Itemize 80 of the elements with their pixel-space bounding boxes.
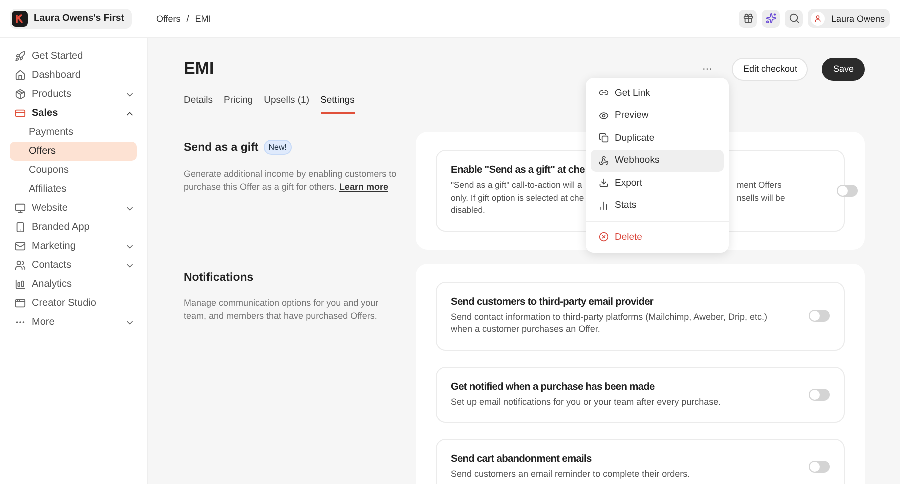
- webhook-icon: [599, 156, 609, 166]
- download-icon: [599, 178, 609, 188]
- copy-icon: [599, 133, 609, 144]
- sparkles-icon[interactable]: [762, 10, 780, 28]
- sidebar-item[interactable]: Contacts: [10, 256, 137, 275]
- toggle-switch[interactable]: [837, 184, 858, 197]
- learn-more-link[interactable]: Learn more: [339, 182, 388, 192]
- sidebar-item[interactable]: Dashboard: [10, 66, 137, 85]
- menu-item[interactable]: Preview: [591, 104, 724, 127]
- link-icon: [599, 88, 609, 98]
- edit-button[interactable]: Edit checkout: [732, 58, 808, 80]
- tab[interactable]: Upsells (1): [264, 91, 310, 114]
- page-title: EMI: [184, 59, 214, 79]
- phone-icon: [15, 222, 26, 233]
- sidebar-item[interactable]: Products: [10, 85, 137, 104]
- sidebar-item[interactable]: Branded App: [10, 218, 137, 237]
- menu-item[interactable]: Stats: [591, 194, 724, 217]
- gift-icon[interactable]: [739, 10, 758, 28]
- breadcrumb-separator: /: [186, 14, 190, 24]
- sidebar-item[interactable]: Creator Studio: [10, 294, 137, 313]
- breadcrumb-link[interactable]: EMI: [195, 14, 212, 24]
- save-button[interactable]: Save: [822, 58, 865, 80]
- sidebar-item[interactable]: Website: [10, 199, 137, 218]
- user-menu[interactable]: Laura Owens: [808, 9, 890, 28]
- sidebar-item[interactable]: Get Started: [10, 47, 137, 66]
- setting-title: Enable "Send as a gift" at che: [451, 165, 586, 176]
- rocket-icon: [15, 51, 26, 62]
- house-icon: [15, 70, 26, 81]
- new-badge: New!: [264, 140, 292, 155]
- menu-item[interactable]: Export: [591, 172, 724, 194]
- mail-icon: [15, 241, 26, 252]
- sidebar-item[interactable]: Analytics: [10, 275, 137, 294]
- chart-icon: [15, 279, 26, 290]
- toggle-switch[interactable]: [809, 461, 830, 474]
- search-icon[interactable]: [785, 10, 804, 28]
- section-title: Notifications: [184, 272, 254, 284]
- brand-chip[interactable]: Laura Owens's First: [10, 8, 132, 28]
- user-avatar: [811, 12, 826, 26]
- setting-description: disabled.: [451, 204, 486, 216]
- monitor-icon: [15, 203, 26, 214]
- toggle-switch[interactable]: [809, 388, 830, 401]
- window-icon: [15, 298, 26, 309]
- chart-icon: [599, 200, 609, 211]
- close-circle-icon: [599, 232, 609, 242]
- tab[interactable]: Settings: [320, 91, 355, 114]
- breadcrumb-link[interactable]: Offers: [156, 14, 181, 24]
- sidebar-item[interactable]: More: [10, 313, 137, 332]
- setting-title: Send cart abandonment emails: [451, 454, 593, 465]
- setting-description: Send customers an email reminder to complete their orders.: [451, 468, 692, 480]
- setting-description: nsells will be: [737, 192, 786, 204]
- sidebar-item[interactable]: Marketing: [10, 237, 137, 256]
- tab[interactable]: Pricing: [224, 91, 254, 114]
- setting-description: "Send as a gift" call-to-action will a: [451, 179, 584, 192]
- menu-item[interactable]: Webhooks: [591, 150, 724, 172]
- sidebar-subitem[interactable]: Payments: [10, 123, 137, 142]
- sidebar-subitem[interactable]: Offers: [10, 142, 137, 161]
- section-description: Manage communication options for you and your team, and members that have purchased Offers.: [184, 296, 380, 322]
- setting-title: Send customers to third-party email provider: [451, 296, 655, 308]
- section-title: Send as a gift: [184, 142, 259, 154]
- setting-description: Set up email notifications for you or your team after every purchase.: [451, 396, 722, 408]
- menu-item[interactable]: Get Link: [591, 82, 724, 104]
- toggle-switch[interactable]: [809, 310, 830, 322]
- sidebar-subitem[interactable]: Affiliates: [10, 180, 137, 199]
- eye-icon: [599, 110, 609, 121]
- tab[interactable]: Details: [184, 91, 214, 114]
- menu-item[interactable]: Delete: [591, 226, 724, 248]
- sidebar-subitem[interactable]: Coupons: [10, 161, 137, 180]
- setting-description: Send contact information to third-party platforms (Mailchimp, Aweber, Drip, etc.) when a customer purchases an Offer.: [451, 310, 768, 336]
- package-icon: [15, 89, 26, 100]
- credit-card-icon: [15, 108, 26, 119]
- more-button[interactable]: ···: [696, 64, 718, 74]
- users-icon: [15, 260, 26, 271]
- setting-description: ment Offers: [737, 179, 783, 192]
- sidebar-item[interactable]: Sales: [10, 104, 137, 123]
- brand-name: Laura Owens's First: [34, 13, 124, 24]
- setting-title: Get notified when a purchase has been made: [451, 382, 656, 392]
- setting-description: only. If gift option is selected at che: [451, 192, 586, 204]
- logo-icon: [12, 10, 28, 26]
- section-description: Generate additional income by enabling customers to purchase this Offer as a gift for others. Learn more: [184, 168, 398, 194]
- menu-item[interactable]: Duplicate: [591, 127, 724, 150]
